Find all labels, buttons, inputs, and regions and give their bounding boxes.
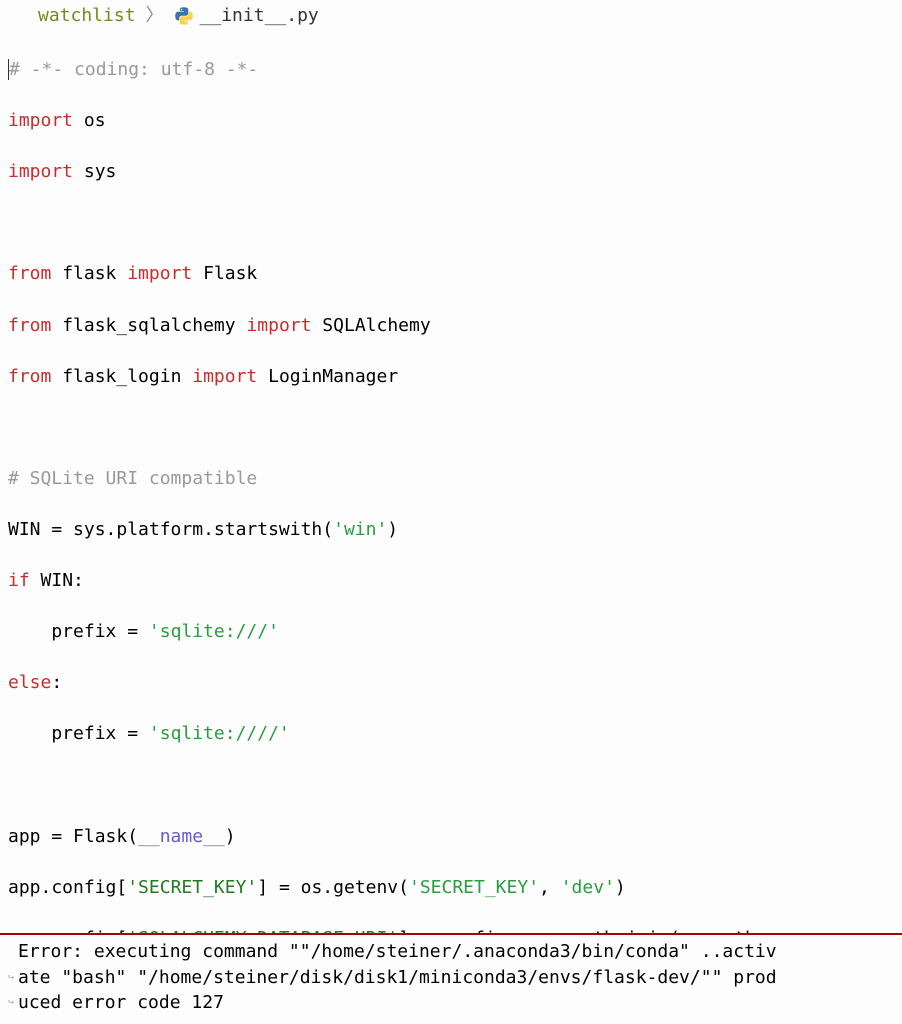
- error-panel[interactable]: Error: executing command ""/home/steiner…: [0, 933, 902, 1024]
- breadcrumb-file[interactable]: __init__.py: [200, 3, 319, 29]
- code-comment: # SQLite URI compatible: [8, 468, 257, 489]
- dunder-name: __name__: [138, 826, 225, 847]
- code-text: WIN = sys.platform.startswith(: [8, 519, 333, 540]
- code-comment: # -*- coding: utf-8 -*-: [9, 59, 258, 80]
- module-name: os: [73, 110, 106, 131]
- code-text: prefix =: [8, 723, 149, 744]
- error-message: uced error code 127: [18, 990, 894, 1016]
- module-name: sys: [73, 161, 116, 182]
- code-text: ,: [539, 877, 561, 898]
- keyword-from: from: [8, 263, 51, 284]
- string-literal: 'SECRET_KEY': [409, 877, 539, 898]
- string-literal: 'win': [333, 519, 387, 540]
- chevron-right-icon: 〉: [146, 3, 164, 29]
- wrap-glyph: [8, 939, 18, 965]
- keyword-if: if: [8, 570, 30, 591]
- python-file-icon: [174, 6, 194, 26]
- class-name: Flask: [192, 263, 257, 284]
- code-editor[interactable]: # -*- coding: utf-8 -*- import os import…: [0, 32, 902, 934]
- code-text: app = Flask(: [8, 826, 138, 847]
- string-literal: 'sqlite:///': [149, 621, 279, 642]
- keyword-import: import: [246, 315, 311, 336]
- error-message: Error: executing command ""/home/steiner…: [18, 939, 894, 965]
- class-name: LoginManager: [257, 366, 398, 387]
- code-text: ): [387, 519, 398, 540]
- code-text: prefix =: [8, 621, 149, 642]
- module-name: flask: [51, 263, 127, 284]
- keyword-else: else: [8, 672, 51, 693]
- error-message: ate "bash" "/home/steiner/disk/disk1/min…: [18, 965, 894, 991]
- keyword-import: import: [192, 366, 257, 387]
- string-literal: 'dev': [561, 877, 615, 898]
- keyword-import: import: [8, 161, 73, 182]
- string-literal: 'sqlite:////': [149, 723, 290, 744]
- code-text: :: [51, 672, 62, 693]
- string-literal: 'SECRET_KEY': [127, 877, 257, 898]
- keyword-from: from: [8, 366, 51, 387]
- breadcrumb-folder[interactable]: watchlist: [38, 3, 136, 29]
- keyword-import: import: [8, 110, 73, 131]
- code-text: WIN:: [30, 570, 84, 591]
- module-name: flask_sqlalchemy: [51, 315, 246, 336]
- code-text: ): [615, 877, 626, 898]
- code-text: app.config[: [8, 877, 127, 898]
- wrap-continuation-icon: ↪: [8, 990, 18, 1016]
- code-text: ): [225, 826, 236, 847]
- module-name: flask_login: [51, 366, 192, 387]
- class-name: SQLAlchemy: [311, 315, 430, 336]
- code-text: ] = os.getenv(: [257, 877, 409, 898]
- keyword-from: from: [8, 315, 51, 336]
- wrap-continuation-icon: ↪: [8, 965, 18, 991]
- breadcrumb: watchlist 〉 __init__.py: [0, 0, 902, 32]
- keyword-import: import: [127, 263, 192, 284]
